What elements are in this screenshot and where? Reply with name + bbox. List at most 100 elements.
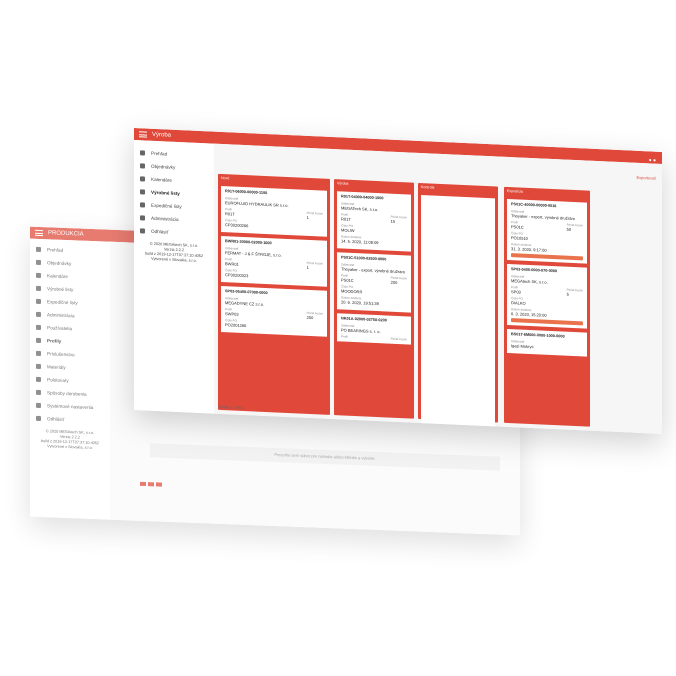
version-info: © 2020 MEGAtech SK, s.r.o. Verzia 2.2.2 … (134, 241, 214, 265)
color-chip (140, 481, 146, 487)
front-window: Výroba ● ● Prehľad Objednávky Kalendáre … (134, 128, 662, 434)
kanban-column: Expedícia PS01C-40000-00000-0016 Odberat… (504, 186, 590, 427)
nav-label: Odhlásiť (47, 416, 65, 422)
card-label: Počet kusov (306, 260, 323, 266)
card-count: 200 (390, 279, 398, 285)
back-sidebar: Prehľad Objednávky Kalendáre Výrobné lis… (30, 238, 111, 520)
card-code: R01T-04000-04000-1000 (341, 194, 384, 201)
card-row: Profil Počet kusov (341, 334, 407, 341)
status-text: Skryté z menu (218, 403, 244, 410)
kanban-column: Nové R01T-06000-00000-1100 Odberateľ EUR… (218, 173, 330, 415)
sidebar-item[interactable]: Odhlásiť (30, 412, 110, 428)
nav-label: Výrobné listy (151, 189, 180, 197)
mockup-stage: PRODUKCIA Prehľad Objednávky Kalendáre V… (0, 0, 676, 676)
export-action[interactable]: Exportovať (636, 175, 656, 181)
power-icon (140, 228, 145, 234)
profile-preview (140, 473, 164, 492)
nav-label: Objednávky (151, 163, 176, 170)
material-icon (36, 363, 41, 370)
order-card[interactable]: BS01T-6M000-0000-1000-0000 Odberateľ Iga… (507, 328, 587, 357)
order-card[interactable]: R01T-04000-04000-1000 Odberateľ MEGATech… (337, 191, 411, 252)
order-card[interactable]: SP03-05400-07000-0000 Odberateľ MEGADYNE… (221, 285, 327, 337)
upload-dropzone[interactable]: Presuňte sem súbor pre nahratie alebo kl… (150, 443, 500, 471)
card-code: SP03-0400-0000-070-0000 (511, 267, 558, 274)
gear-icon (36, 311, 41, 318)
nav-label: Objednávky (47, 260, 72, 267)
card-code: PS01C-51000-02500-0000 (341, 255, 387, 262)
finish-icon (36, 389, 41, 396)
grid-icon (140, 150, 145, 156)
card-label: Profil (341, 334, 348, 339)
nav-label: Polotovary (47, 377, 69, 384)
order-card[interactable]: PS01C-51000-02500-0000 Odberateľ Thoyake… (337, 252, 411, 313)
card-action-button[interactable] (511, 253, 583, 261)
nav-label: Kalendáre (151, 176, 172, 183)
version-info: © 2020 MEGAtech SK, s.r.o. Verzia 2.2.2 … (30, 429, 110, 452)
card-profile: R01T (341, 216, 351, 222)
nav-label: Výrobné listy (47, 286, 74, 293)
card-profile: BWR01 (225, 261, 239, 267)
back-app-title: PRODUKCIA (48, 230, 84, 238)
card-profile: SP03 (511, 289, 521, 295)
orders-icon (140, 163, 145, 169)
nav-label: Odhlásiť (151, 228, 169, 235)
wrench-icon (140, 189, 145, 195)
order-card[interactable]: BWR01-30000-02000-1000 Odberateľ FERMAT … (221, 235, 327, 287)
order-card[interactable]: NK01A-02000-02750-0200 Odberateľ PO BEAR… (337, 313, 411, 345)
grid-icon (36, 246, 41, 253)
gear-icon (140, 215, 145, 221)
nav-label: Kalendáre (47, 273, 68, 280)
card-count: 1 (306, 214, 309, 220)
nav-label: Administrácia (47, 312, 75, 319)
card-label: Počet kusov (390, 336, 407, 342)
power-icon (36, 415, 41, 422)
profile-icon (36, 337, 41, 344)
nav-label: Expedičné listy (151, 202, 182, 210)
order-card[interactable]: SP03-0400-0000-070-0000 Odberateľ MEGAte… (507, 263, 587, 329)
card-label: Počet kusov (306, 210, 323, 216)
front-app-title: Výroba (152, 131, 172, 139)
card-code: PS01C-40000-00000-0016 (511, 202, 557, 209)
kanban-column: Kontrola (418, 182, 498, 429)
nav-label: Príslušenstvo (47, 351, 75, 358)
card-profile: PS01C (511, 224, 524, 230)
nav-label: Expedičné listy (47, 299, 78, 306)
calendar-icon (36, 272, 41, 279)
settings-icon (36, 402, 41, 409)
parts-icon (36, 350, 41, 357)
empty-column-area (421, 195, 495, 429)
card-code: BS01T-6M000-0000-1000-0000 (511, 332, 565, 339)
card-count: 1 (306, 264, 309, 270)
card-action-button[interactable] (511, 318, 583, 326)
menu-icon[interactable] (35, 229, 43, 237)
nav-label: Administrácia (151, 215, 179, 223)
nav-label: Používatelia (47, 325, 73, 332)
card-count: 50 (566, 226, 572, 232)
sidebar-item[interactable]: Odhlásiť (134, 224, 214, 241)
nav-label: Systémové nastavenia (47, 403, 94, 411)
truck-icon (140, 202, 145, 208)
wrench-icon (36, 285, 41, 292)
truck-icon (36, 298, 41, 305)
calendar-icon (140, 176, 145, 182)
color-chip (156, 482, 162, 487)
color-chip (148, 482, 154, 487)
card-count: 15 (390, 218, 396, 224)
nav-label: Prehľad (151, 150, 168, 157)
users-icon (36, 324, 41, 331)
card-profile: SWP03 (225, 311, 239, 317)
card-count: 5 (566, 291, 569, 297)
order-card[interactable]: PS01C-40000-00000-0016 Odberateľ Thoyake… (507, 198, 587, 264)
orders-icon (36, 259, 41, 266)
card-profile: PS01C (341, 277, 354, 283)
card-profile: R01T (225, 211, 235, 217)
semi-icon (36, 376, 41, 383)
upload-hint: Presuňte sem súbor pre nahratie alebo kl… (274, 451, 376, 461)
menu-icon[interactable] (139, 131, 147, 138)
order-card[interactable]: R01T-06000-00000-1100 Odberateľ EUROFLUI… (221, 185, 327, 237)
front-content: Exportovať Nové R01T-06000-00000-1100 Od… (214, 143, 662, 434)
kanban-column: Výroba R01T-04000-04000-1000 Odberateľ M… (334, 179, 414, 419)
card-code: NK01A-02000-02750-0200 (341, 316, 387, 323)
nav-label: Prehľad (47, 247, 64, 253)
card-label: Počet kusov (566, 287, 583, 293)
